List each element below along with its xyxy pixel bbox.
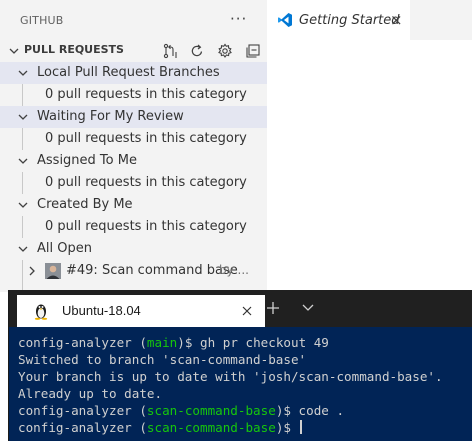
terminal-tab-bar: Ubuntu-18.04 [9,290,472,327]
collapse-all-icon[interactable] [245,43,261,59]
sidebar-header: GITHUB ··· [0,0,267,40]
git-branch: scan-command-base [146,420,276,435]
tree-item-assigned-to-me[interactable]: Assigned To Me [0,150,267,172]
tree-item-label: Local Pull Request Branches [37,65,220,80]
editor-tab-bar: Getting Started × [267,0,472,40]
section-title: PULL REQUESTS [24,43,124,56]
tree-item-label: All Open [37,241,92,256]
terminal-line: config-analyzer (main)$ gh pr checkout 4… [18,335,329,350]
tree-item-empty-message[interactable]: 0 pull requests in this category [0,128,267,150]
close-icon[interactable] [241,305,253,317]
tree-item-created-by-me[interactable]: Created By Me [0,194,267,216]
github-sidebar: GITHUB ··· PULL REQUESTS Local Pull Requ… [0,0,267,292]
terminal-output[interactable]: config-analyzer (main)$ gh pr checkout 4… [9,327,472,441]
terminal-line: config-analyzer (scan-command-base)$ cod… [18,403,345,418]
tree-item-label: 0 pull requests in this category [45,87,247,102]
tree-item-label: 0 pull requests in this category [45,175,247,190]
chevron-down-icon [9,48,19,54]
tux-linux-icon [34,304,48,320]
git-branch: scan-command-base [146,403,276,418]
pull-requests-section-header[interactable]: PULL REQUESTS [0,40,267,62]
pull-request-title: #49: Scan command base [66,263,238,278]
chevron-down-icon [18,158,28,164]
tree-item-label: Created By Me [37,197,133,212]
tree-item-empty-message[interactable]: 0 pull requests in this category [0,216,267,238]
terminal-prompt-line: config-analyzer (scan-command-base)$ [18,420,302,435]
refresh-icon[interactable] [189,43,205,59]
author-avatar [45,263,61,279]
tree-item-label: 0 pull requests in this category [45,131,247,146]
chevron-down-icon [18,246,28,252]
new-tab-button[interactable] [265,300,281,316]
editor-area [267,40,472,292]
chevron-down-icon [18,70,28,76]
tree-item-waiting-for-my-review[interactable]: Waiting For My Review [0,106,267,128]
avatar-image [45,263,61,279]
chevron-right-icon[interactable] [26,264,38,278]
tree-item-label: 0 pull requests in this category [45,219,247,234]
tab-label: Getting Started [299,13,400,28]
create-pull-request-icon[interactable] [162,43,178,59]
close-tab-button[interactable]: × [390,12,403,28]
terminal-line: Switched to branch 'scan-command-base' [18,352,307,367]
terminal-line: Already up to date. [18,386,163,401]
chevron-down-icon [18,202,28,208]
tree-item-label: Waiting For My Review [37,109,184,124]
terminal-tab-title: Ubuntu-18.04 [62,303,141,318]
settings-gear-icon[interactable] [217,43,233,59]
chevron-down-icon [18,114,28,120]
more-actions-button[interactable]: ··· [230,10,247,28]
tree-item-empty-message[interactable]: 0 pull requests in this category [0,84,267,106]
chevron-down-icon[interactable] [301,302,315,314]
pull-request-description: by ... [219,263,249,277]
tree-item-empty-message[interactable]: 0 pull requests in this category [0,172,267,194]
terminal-tab-ubuntu[interactable]: Ubuntu-18.04 [17,295,265,327]
tree-item-label: Assigned To Me [37,153,137,168]
tree-item-all-open[interactable]: All Open [0,238,267,260]
git-branch: main [146,335,178,350]
windows-terminal: Ubuntu-18.04 config-analyzer (main)$ gh … [8,290,472,441]
sidebar-title: GITHUB [20,13,64,27]
pull-request-item[interactable]: #49: Scan command base by ... [0,260,267,282]
text-cursor [299,420,302,434]
tree-item-local-pull-request-branches[interactable]: Local Pull Request Branches [0,62,267,84]
vscode-logo-icon [278,13,292,27]
terminal-line: Your branch is up to date with 'josh/sca… [18,369,443,384]
tab-getting-started[interactable]: Getting Started × [267,0,410,40]
